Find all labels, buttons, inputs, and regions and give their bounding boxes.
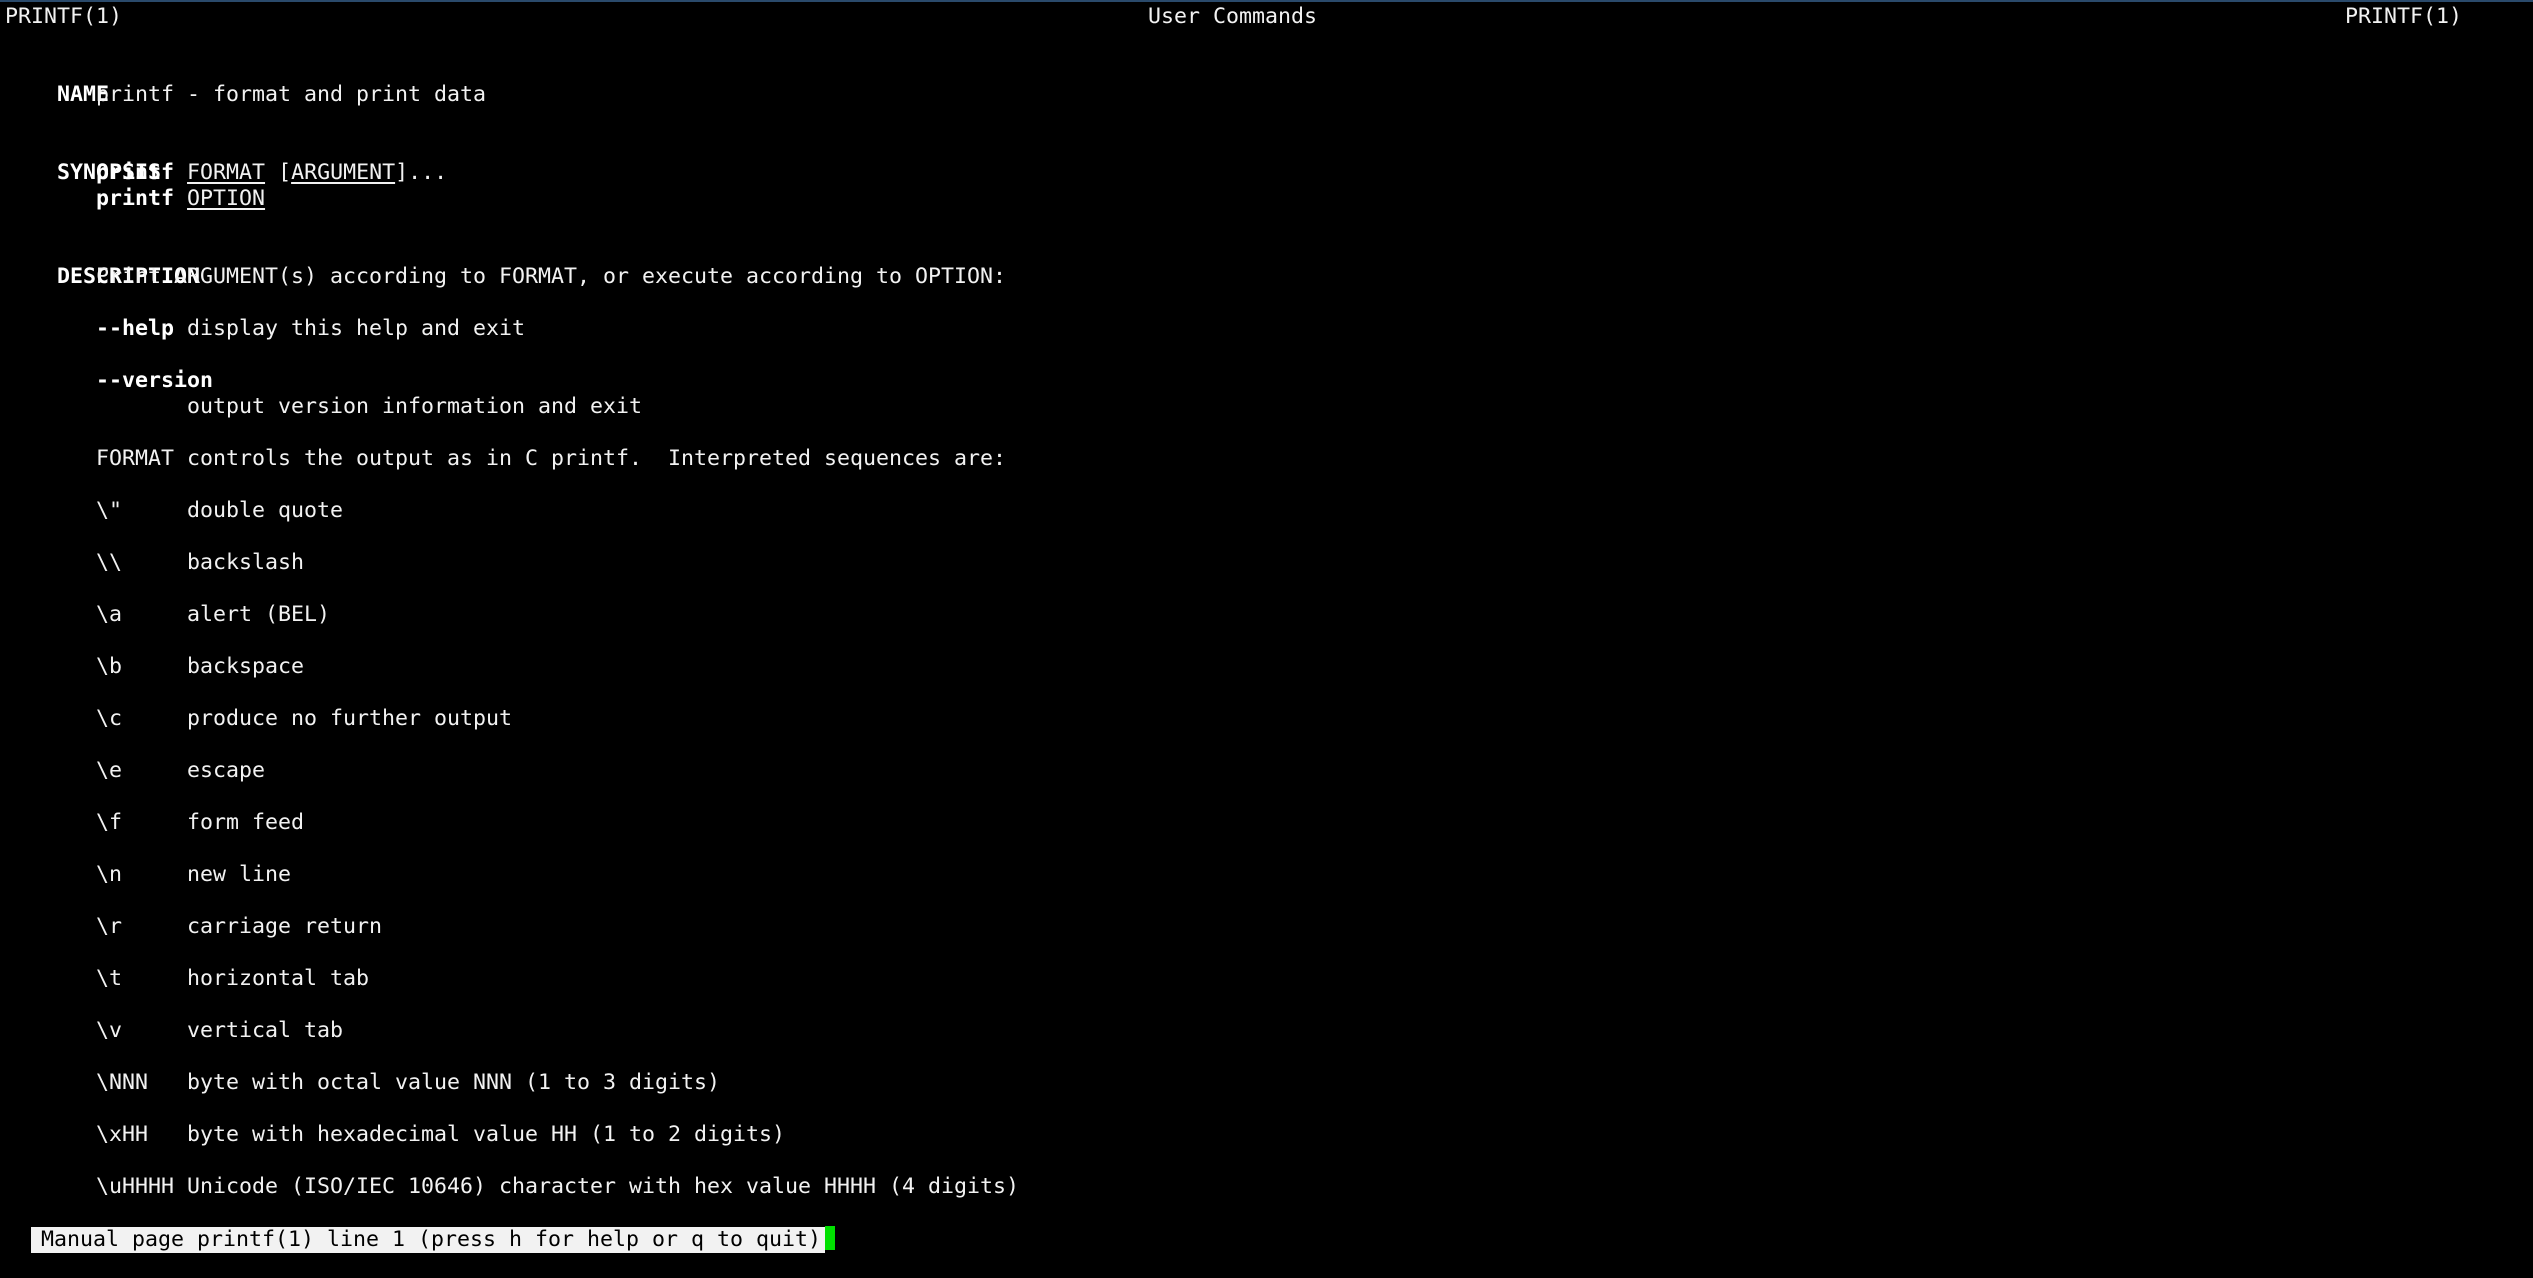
sequence-code: \e xyxy=(96,758,123,783)
window-top-border xyxy=(0,0,2533,2)
name-heading-row: NAME xyxy=(5,56,2528,107)
sequence-code: \t xyxy=(96,966,123,991)
sequence-code: \v xyxy=(96,1018,123,1043)
terminal-cursor[interactable] xyxy=(825,1226,836,1250)
sequence-description: escape xyxy=(187,758,266,783)
sequence-description: horizontal tab xyxy=(187,966,370,991)
synopsis-command: printf xyxy=(96,186,175,211)
sequence-row: \c produce no further output xyxy=(5,706,2528,732)
synopsis-heading-row: SYNOPSIS xyxy=(5,134,2528,185)
synopsis-ellipsis: ]... xyxy=(395,160,448,185)
sequence-description: backslash xyxy=(187,550,305,575)
pager-status-text: Manual page printf(1) line 1 (press h fo… xyxy=(31,1227,826,1253)
sequence-row: \\ backslash xyxy=(5,550,2528,576)
sequence-description: new line xyxy=(187,862,292,887)
sequence-description: produce no further output xyxy=(187,706,513,731)
synopsis-open-bracket: [ xyxy=(278,160,292,185)
sequence-code: \\ xyxy=(96,550,123,575)
sequence-description: alert (BEL) xyxy=(187,602,331,627)
synopsis-line-1: printf FORMAT [ARGUMENT]... xyxy=(5,160,2528,186)
sequence-code: \b xyxy=(96,654,123,679)
sequence-description: byte with hexadecimal value HH (1 to 2 d… xyxy=(187,1122,786,1147)
header-section-name: User Commands xyxy=(1148,4,1318,29)
sequence-row: \NNN byte with octal value NNN (1 to 3 d… xyxy=(5,1070,2528,1096)
synopsis-line-2: printf OPTION xyxy=(5,186,2528,212)
version-option-row: --version xyxy=(5,368,2528,394)
sequence-code: \NNN xyxy=(96,1070,149,1095)
sequence-code: \a xyxy=(96,602,123,627)
sequence-row: \a alert (BEL) xyxy=(5,602,2528,628)
help-option-row: --help display this help and exit xyxy=(5,316,2528,342)
version-text-row: output version information and exit xyxy=(5,394,2528,420)
sequence-code: \c xyxy=(96,706,123,731)
sequence-description: byte with octal value NNN (1 to 3 digits… xyxy=(187,1070,721,1095)
sequence-row: \uHHHH Unicode (ISO/IEC 10646) character… xyxy=(5,1174,2528,1200)
version-option-flag: --version xyxy=(96,368,214,393)
synopsis-option-arg: OPTION xyxy=(187,186,266,211)
sequence-code: \r xyxy=(96,914,123,939)
header-right-title: PRINTF(1) xyxy=(2345,4,2463,29)
help-option-flag: --help xyxy=(96,316,175,341)
format-text: FORMAT controls the output as in C print… xyxy=(96,446,1007,471)
format-text-row: FORMAT controls the output as in C print… xyxy=(5,446,2528,472)
synopsis-argument-arg: ARGUMENT xyxy=(291,160,396,185)
sequence-row: \f form feed xyxy=(5,810,2528,836)
version-option-text: output version information and exit xyxy=(187,394,643,419)
sequence-row: \xHH byte with hexadecimal value HH (1 t… xyxy=(5,1122,2528,1148)
sequence-row: \r carriage return xyxy=(5,914,2528,940)
name-text: printf - format and print data xyxy=(96,82,487,107)
sequence-code: \xHH xyxy=(96,1122,149,1147)
man-header: PRINTF(1) User Commands PRINTF(1) xyxy=(5,4,2528,30)
description-heading-row: DESCRIPTION xyxy=(5,238,2528,289)
sequence-row: \" double quote xyxy=(5,498,2528,524)
description-intro: Print ARGUMENT(s) according to FORMAT, o… xyxy=(96,264,1007,289)
sequence-row: \t horizontal tab xyxy=(5,966,2528,992)
sequence-code: \uHHHH xyxy=(96,1174,175,1199)
sequence-description: form feed xyxy=(187,810,305,835)
pager-status-bar: Manual page printf(1) line 1 (press h fo… xyxy=(5,1200,836,1253)
sequence-row: \v vertical tab xyxy=(5,1018,2528,1044)
sequence-description: Unicode (ISO/IEC 10646) character with h… xyxy=(187,1174,1020,1199)
name-text-row: printf - format and print data xyxy=(5,82,2528,108)
sequence-description: double quote xyxy=(187,498,344,523)
sequence-description: vertical tab xyxy=(187,1018,344,1043)
help-option-text: display this help and exit xyxy=(174,316,526,341)
header-left-title: PRINTF(1) xyxy=(5,4,123,29)
description-intro-row: Print ARGUMENT(s) according to FORMAT, o… xyxy=(5,264,2528,290)
sequence-code: \" xyxy=(96,498,123,523)
sequence-row: \b backspace xyxy=(5,654,2528,680)
sequence-code: \n xyxy=(96,862,123,887)
sequence-row: \n new line xyxy=(5,862,2528,888)
synopsis-format-arg: FORMAT xyxy=(187,160,266,185)
sequence-code: \f xyxy=(96,810,123,835)
sequence-description: carriage return xyxy=(187,914,383,939)
sequence-row: \e escape xyxy=(5,758,2528,784)
sequence-description: backspace xyxy=(187,654,305,679)
man-page-viewer[interactable]: PRINTF(1) User Commands PRINTF(1) NAME p… xyxy=(5,4,2528,1200)
synopsis-command: printf xyxy=(96,160,175,185)
